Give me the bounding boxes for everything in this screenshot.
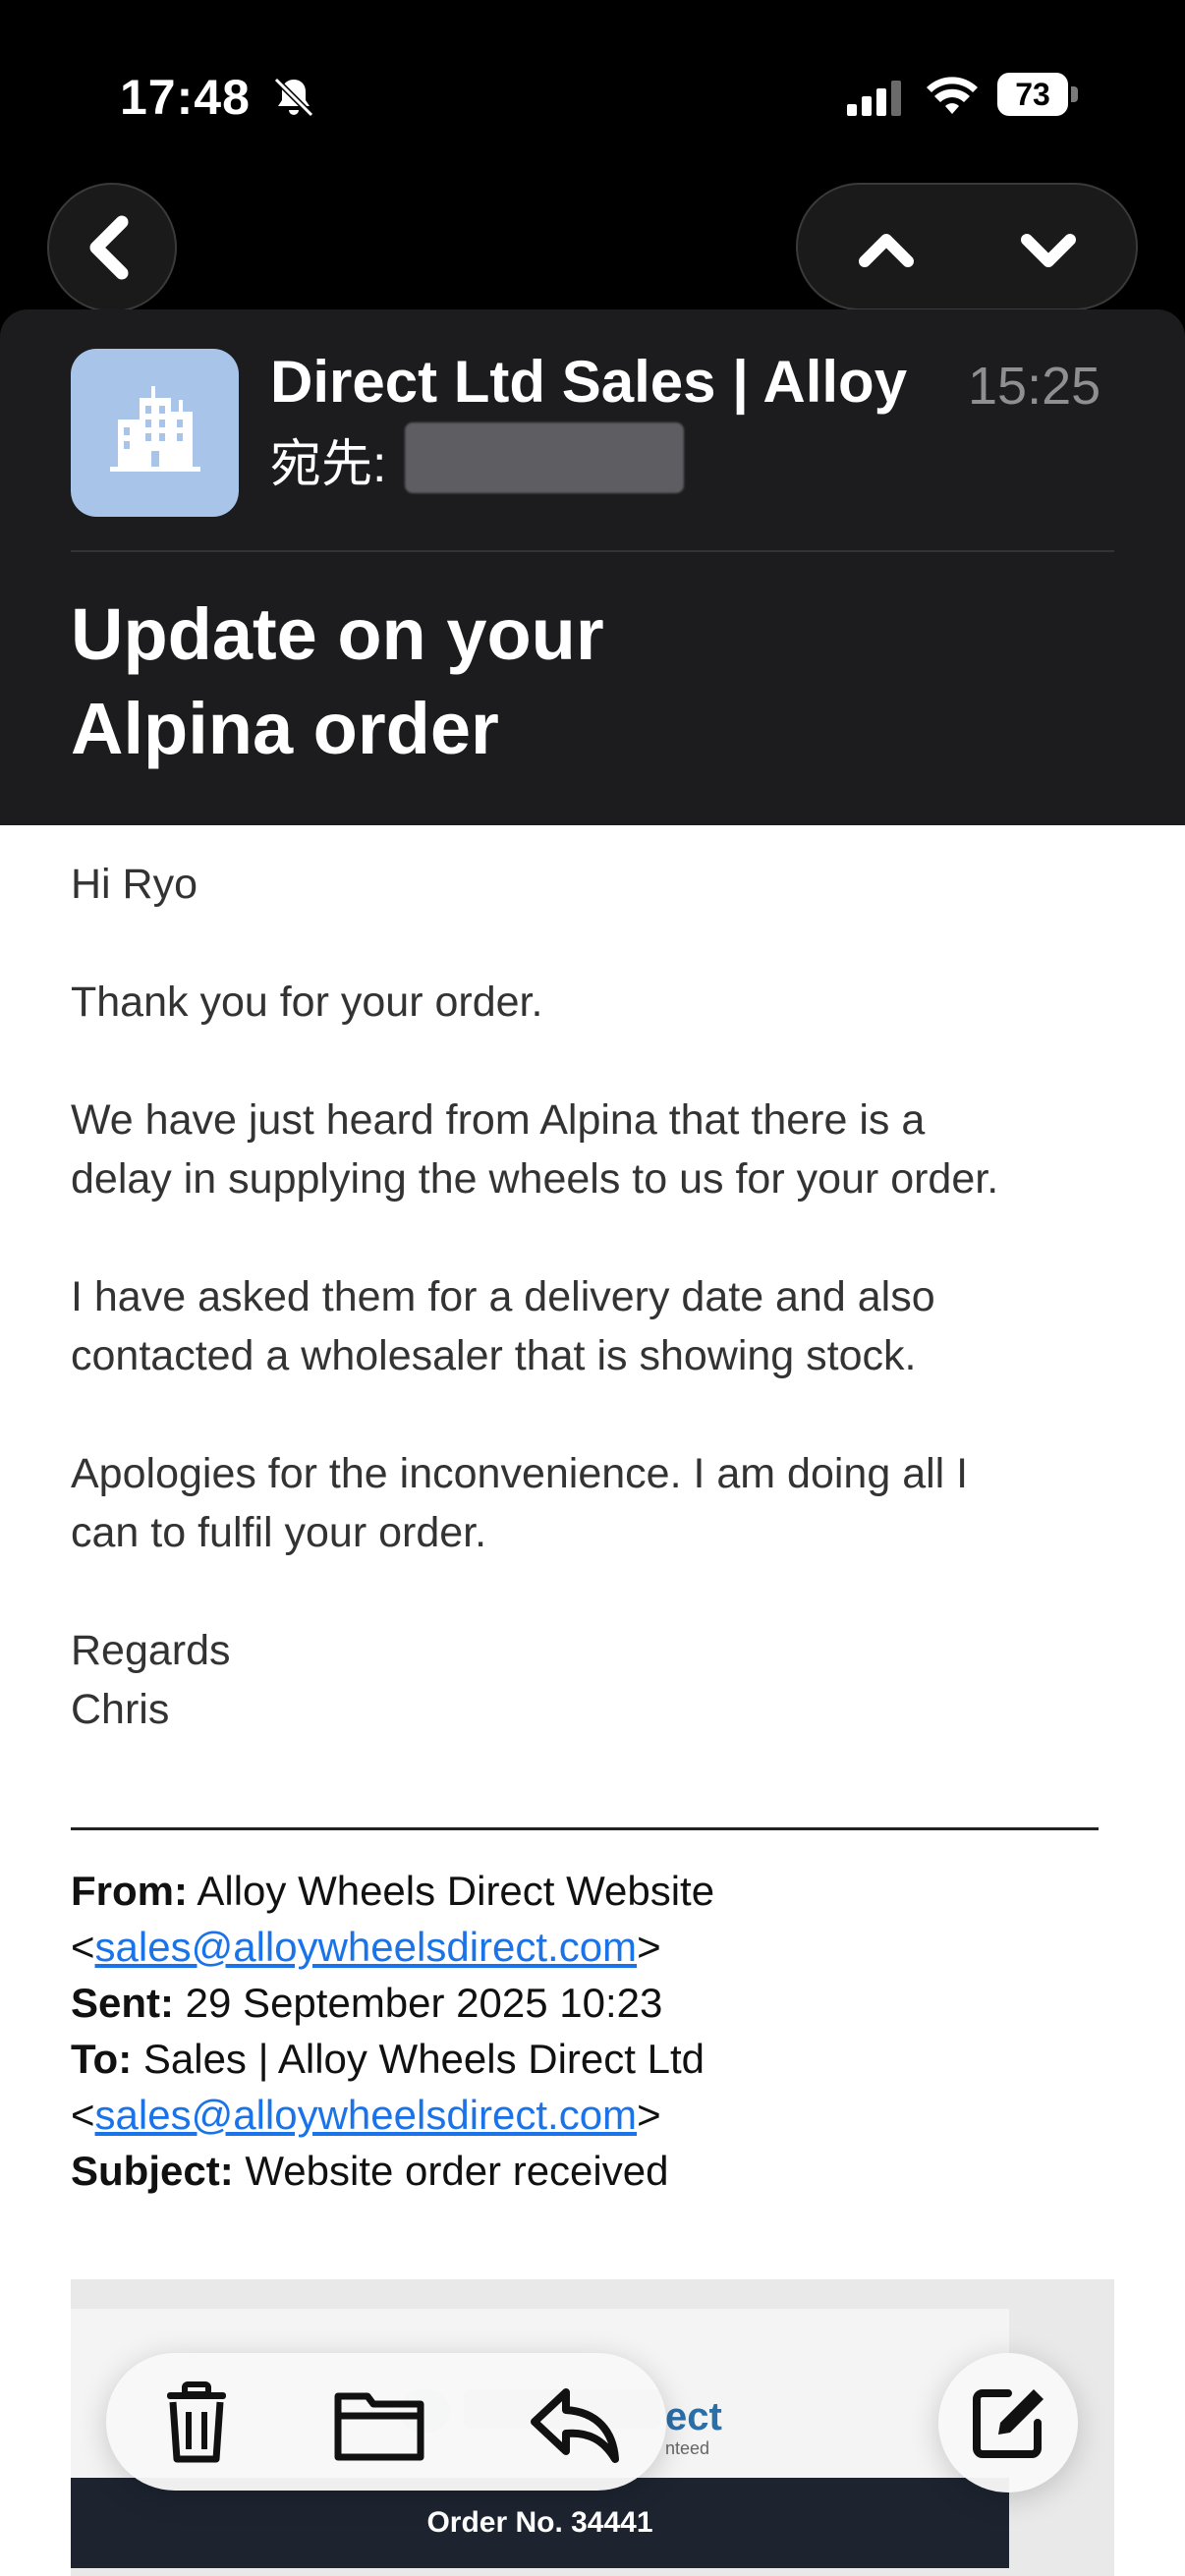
message-navigation: [796, 183, 1138, 310]
quoted-message-header: From: Alloy Wheels Direct Website <sales…: [71, 1868, 715, 2194]
wifi-icon: [927, 77, 978, 114]
battery-indicator: 73: [997, 73, 1080, 118]
from-email-link[interactable]: sales@alloywheelsdirect.com: [95, 1924, 638, 1970]
email-paragraph: I have asked them for a delivery date an…: [71, 1273, 935, 1379]
previous-message-button[interactable]: [827, 204, 945, 293]
back-button[interactable]: [47, 183, 177, 312]
folder-icon[interactable]: [332, 2375, 426, 2469]
email-signoff: Regards Chris: [71, 1627, 231, 1733]
logo-text: ect: [665, 2395, 722, 2438]
order-number-bar: Order No. 34441: [71, 2478, 1009, 2568]
bottom-toolbar: [106, 2353, 666, 2491]
cellular-signal-icon: [847, 81, 901, 116]
next-message-button[interactable]: [989, 204, 1107, 293]
quote-separator: [71, 1827, 1099, 1830]
email-paragraph: Thank you for your order.: [71, 979, 543, 1026]
building-icon: [110, 386, 200, 472]
battery-level: 73: [997, 73, 1068, 116]
bell-muted-icon: [273, 77, 314, 118]
received-time: 15:25: [968, 357, 1101, 416]
compose-icon: [973, 2389, 1044, 2458]
email-greeting: Hi Ryo: [71, 861, 198, 908]
chevron-left-icon: [89, 215, 129, 280]
email-paragraph: Apologies for the inconvenience. I am do…: [71, 1450, 969, 1556]
email-paragraph: We have just heard from Alpina that ther…: [71, 1096, 999, 1203]
status-bar: 17:48 73: [0, 69, 1185, 128]
header-divider: [71, 550, 1114, 552]
to-email-link[interactable]: sales@alloywheelsdirect.com: [95, 2092, 638, 2138]
sender-name[interactable]: Direct Ltd Sales | Alloy: [270, 348, 929, 416]
sender-avatar[interactable]: [71, 349, 239, 517]
email-subject: Update on your Alpina order: [71, 593, 604, 769]
recipient-redacted[interactable]: [405, 422, 684, 493]
reply-icon[interactable]: [527, 2375, 621, 2469]
compose-button[interactable]: [938, 2353, 1078, 2492]
logo-subtext: nteed: [665, 2438, 710, 2458]
status-time: 17:48: [120, 70, 251, 125]
trash-icon[interactable]: [149, 2375, 244, 2469]
recipient-label: 宛先:: [270, 436, 387, 493]
